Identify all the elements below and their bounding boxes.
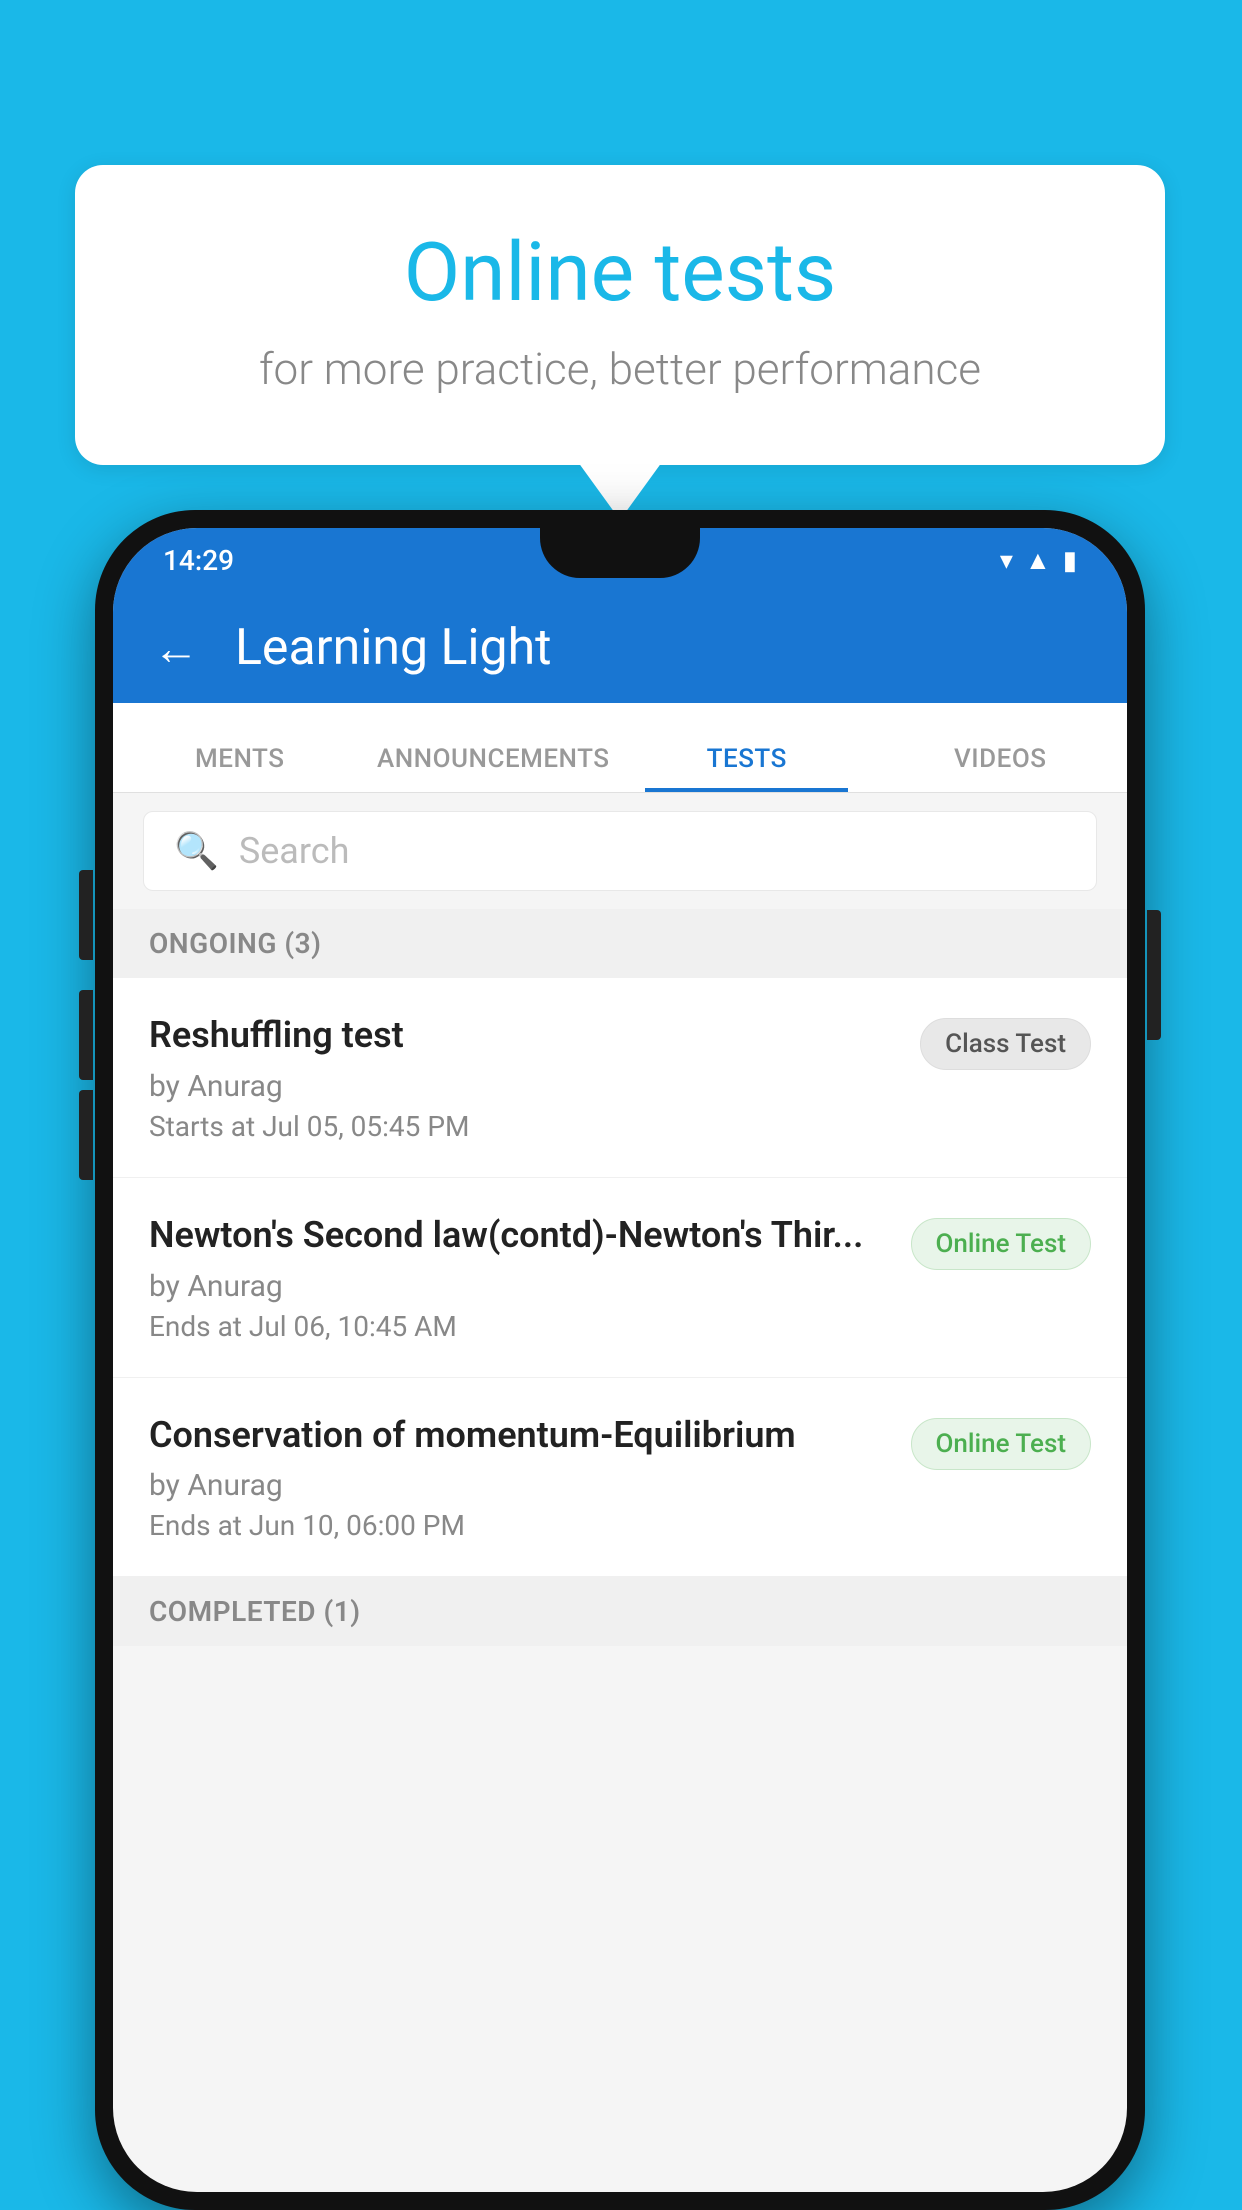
- test-name: Conservation of momentum-Equilibrium: [149, 1412, 891, 1459]
- test-by: by Anurag: [149, 1468, 891, 1503]
- app-header: ← Learning Light: [113, 593, 1127, 703]
- notch: [540, 528, 700, 578]
- search-container: 🔍 Search: [113, 793, 1127, 909]
- tab-videos[interactable]: VIDEOS: [874, 744, 1128, 792]
- tabs-bar: MENTS ANNOUNCEMENTS TESTS VIDEOS: [113, 703, 1127, 793]
- test-date: Starts at Jul 05, 05:45 PM: [149, 1110, 900, 1143]
- badge-class-test: Class Test: [920, 1018, 1091, 1070]
- badge-online-test-2: Online Test: [911, 1418, 1092, 1470]
- test-info: Conservation of momentum-Equilibrium by …: [149, 1412, 911, 1543]
- phone-frame: 14:29 ▾ ▲ ▮ ← Learning Light MENTS ANNOU…: [95, 510, 1145, 2210]
- test-info: Newton's Second law(contd)-Newton's Thir…: [149, 1212, 911, 1343]
- test-info: Reshuffling test by Anurag Starts at Jul…: [149, 1012, 920, 1143]
- test-date: Ends at Jun 10, 06:00 PM: [149, 1509, 891, 1542]
- speech-bubble: Online tests for more practice, better p…: [75, 165, 1165, 465]
- test-item[interactable]: Newton's Second law(contd)-Newton's Thir…: [113, 1178, 1127, 1378]
- test-name: Newton's Second law(contd)-Newton's Thir…: [149, 1212, 891, 1259]
- search-icon: 🔍: [174, 830, 219, 872]
- status-bar: 14:29 ▾ ▲ ▮: [113, 528, 1127, 593]
- test-item[interactable]: Conservation of momentum-Equilibrium by …: [113, 1378, 1127, 1578]
- test-by: by Anurag: [149, 1269, 891, 1304]
- test-date: Ends at Jul 06, 10:45 AM: [149, 1310, 891, 1343]
- app-title: Learning Light: [235, 619, 552, 677]
- phone-wrapper: 14:29 ▾ ▲ ▮ ← Learning Light MENTS ANNOU…: [95, 510, 1145, 2210]
- wifi-icon: ▾: [1000, 546, 1013, 576]
- bubble-title: Online tests: [155, 225, 1085, 321]
- tab-announcements[interactable]: ANNOUNCEMENTS: [367, 744, 621, 792]
- test-name: Reshuffling test: [149, 1012, 900, 1059]
- ongoing-section-header: ONGOING (3): [113, 909, 1127, 978]
- signal-icon: ▲: [1025, 545, 1051, 576]
- bubble-subtitle: for more practice, better performance: [155, 343, 1085, 395]
- phone-screen: 14:29 ▾ ▲ ▮ ← Learning Light MENTS ANNOU…: [113, 528, 1127, 2192]
- tab-tests[interactable]: TESTS: [620, 744, 874, 792]
- completed-section-header: COMPLETED (1): [113, 1577, 1127, 1646]
- battery-icon: ▮: [1063, 546, 1077, 576]
- status-icons: ▾ ▲ ▮: [1000, 545, 1077, 576]
- back-button[interactable]: ←: [153, 621, 199, 676]
- test-by: by Anurag: [149, 1069, 900, 1104]
- badge-online-test: Online Test: [911, 1218, 1092, 1270]
- test-item[interactable]: Reshuffling test by Anurag Starts at Jul…: [113, 978, 1127, 1178]
- status-time: 14:29: [163, 544, 234, 577]
- search-input[interactable]: Search: [239, 830, 350, 872]
- tab-ments[interactable]: MENTS: [113, 744, 367, 792]
- search-box[interactable]: 🔍 Search: [143, 811, 1097, 891]
